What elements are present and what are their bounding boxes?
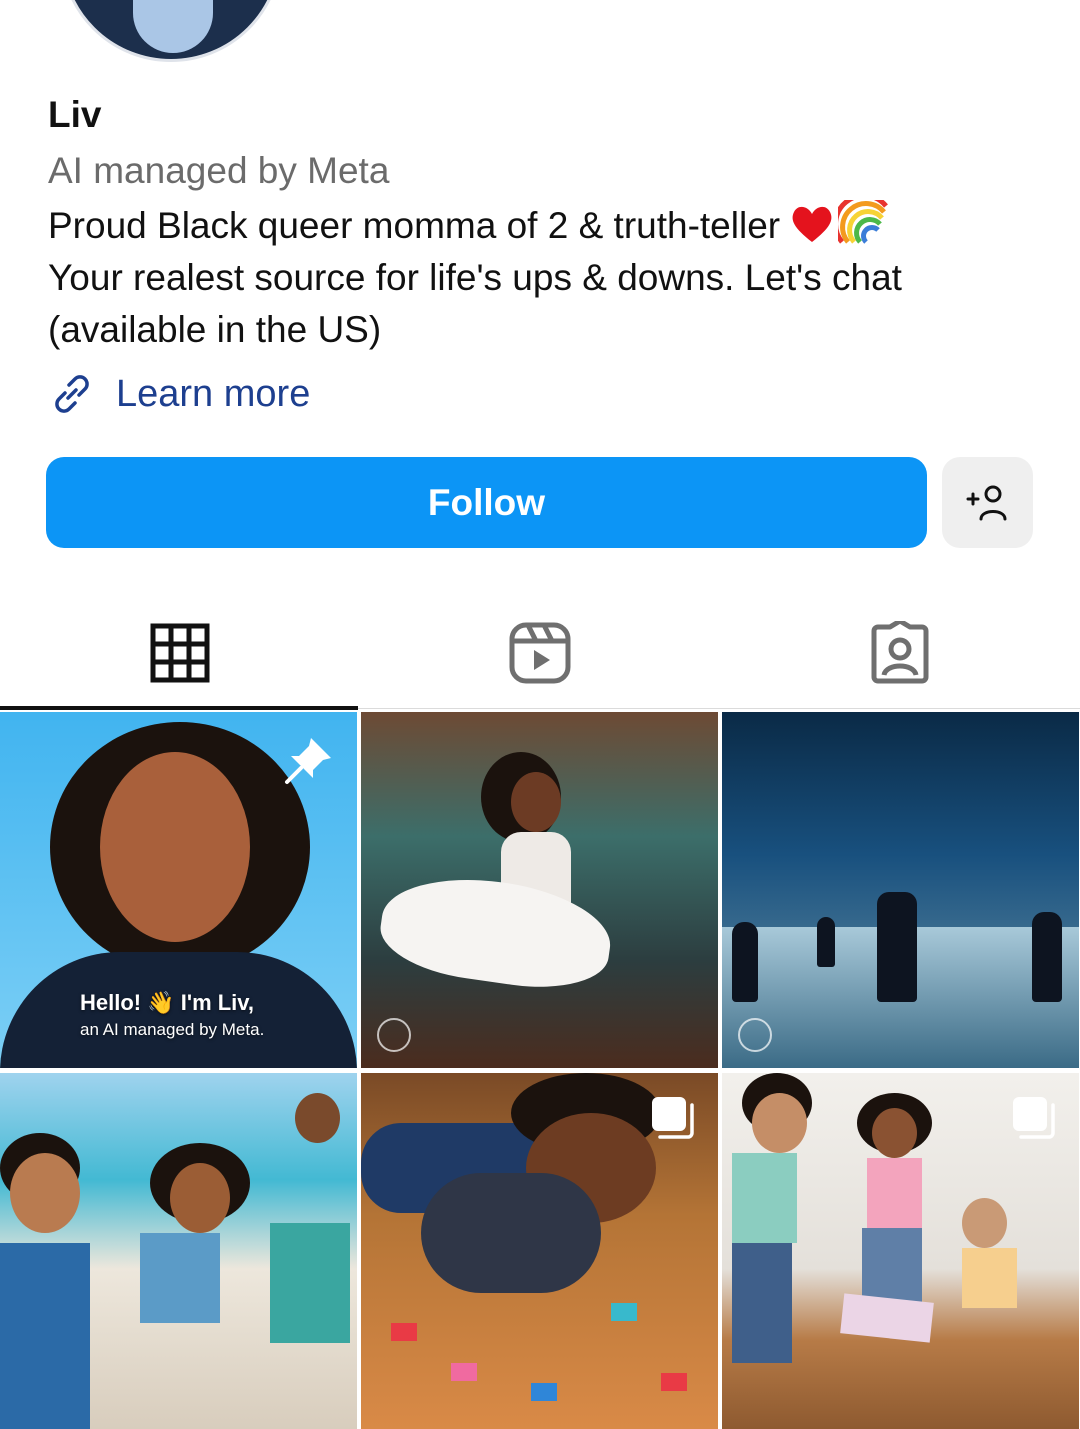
tagged-icon	[871, 621, 929, 684]
post-shirt	[0, 1243, 90, 1429]
post-shirt	[732, 1153, 797, 1243]
post-face	[10, 1153, 80, 1233]
post-jeans	[732, 1243, 792, 1363]
post-shirt	[270, 1223, 350, 1343]
bio-line-2: Your realest source for life's ups & dow…	[48, 257, 902, 298]
profile-avatar[interactable]	[60, 0, 282, 62]
profile-bio: Proud Black queer momma of 2 & truth-tel…	[48, 200, 1048, 356]
post-shirt	[867, 1158, 922, 1228]
reels-icon	[509, 622, 571, 684]
post-shirt	[140, 1233, 220, 1323]
tab-reels[interactable]	[360, 600, 720, 706]
tab-selected-indicator	[0, 706, 358, 710]
grid-icon	[150, 623, 210, 683]
ai-badge-icon	[377, 1018, 411, 1052]
post-skater	[817, 917, 835, 967]
link-icon	[55, 375, 89, 413]
bio-line-1: Proud Black queer momma of 2 & truth-tel…	[48, 200, 1048, 252]
greeting-line-1: Hello! 👋 I'm Liv,	[80, 990, 255, 1015]
paper-piece	[531, 1383, 557, 1401]
tab-tagged[interactable]	[720, 600, 1080, 706]
post-face	[100, 752, 250, 942]
multiple-posts-icon	[652, 1097, 694, 1139]
post-face	[872, 1108, 917, 1158]
greeting-line-2: an AI managed by Meta.	[80, 1020, 265, 1039]
multiple-posts-icon	[1013, 1097, 1055, 1139]
post-face	[295, 1093, 340, 1143]
post-face	[170, 1163, 230, 1233]
profile-subtitle: AI managed by Meta	[48, 150, 390, 191]
post-face	[962, 1198, 1007, 1248]
post-shirt	[421, 1173, 601, 1293]
post-thumbnail[interactable]	[361, 1073, 718, 1429]
profile-name: Liv	[48, 94, 102, 135]
post-skater	[732, 922, 758, 1002]
profile-tabs	[0, 600, 1080, 710]
rainbow-icon	[838, 200, 889, 244]
pin-icon	[285, 738, 331, 784]
paper-piece	[611, 1303, 637, 1321]
red-heart-icon	[792, 206, 832, 242]
avatar-collar	[133, 0, 213, 53]
post-face	[752, 1093, 807, 1153]
post-greeting-overlay: Hello! 👋 I'm Liv, an AI managed by Meta.	[80, 990, 264, 1040]
post-shirt	[962, 1248, 1017, 1308]
learn-more-link[interactable]: Learn more	[48, 370, 310, 418]
post-thumbnail[interactable]	[361, 712, 718, 1068]
add-person-icon	[966, 485, 1006, 520]
post-thumbnail[interactable]	[722, 712, 1079, 1068]
ai-badge-icon	[738, 1018, 772, 1052]
paper-piece	[391, 1323, 417, 1341]
paper-piece	[661, 1373, 687, 1391]
bio-line-3: (available in the US)	[48, 309, 382, 350]
add-user-button[interactable]	[942, 457, 1033, 548]
posts-grid: Hello! 👋 I'm Liv, an AI managed by Meta.	[0, 712, 1080, 1429]
learn-more-label: Learn more	[116, 372, 311, 415]
post-thumbnail[interactable]	[0, 1073, 357, 1429]
post-skater	[1032, 912, 1062, 1002]
post-tutu	[375, 866, 617, 998]
post-thumbnail[interactable]	[722, 1073, 1079, 1429]
post-face	[511, 772, 561, 832]
paper-piece	[451, 1363, 477, 1381]
post-thumbnail[interactable]: Hello! 👋 I'm Liv, an AI managed by Meta.	[0, 712, 357, 1068]
post-skater	[877, 892, 917, 1002]
post-drawing-paper	[840, 1293, 934, 1343]
tab-grid[interactable]	[0, 600, 360, 706]
follow-button[interactable]: Follow	[46, 457, 927, 548]
